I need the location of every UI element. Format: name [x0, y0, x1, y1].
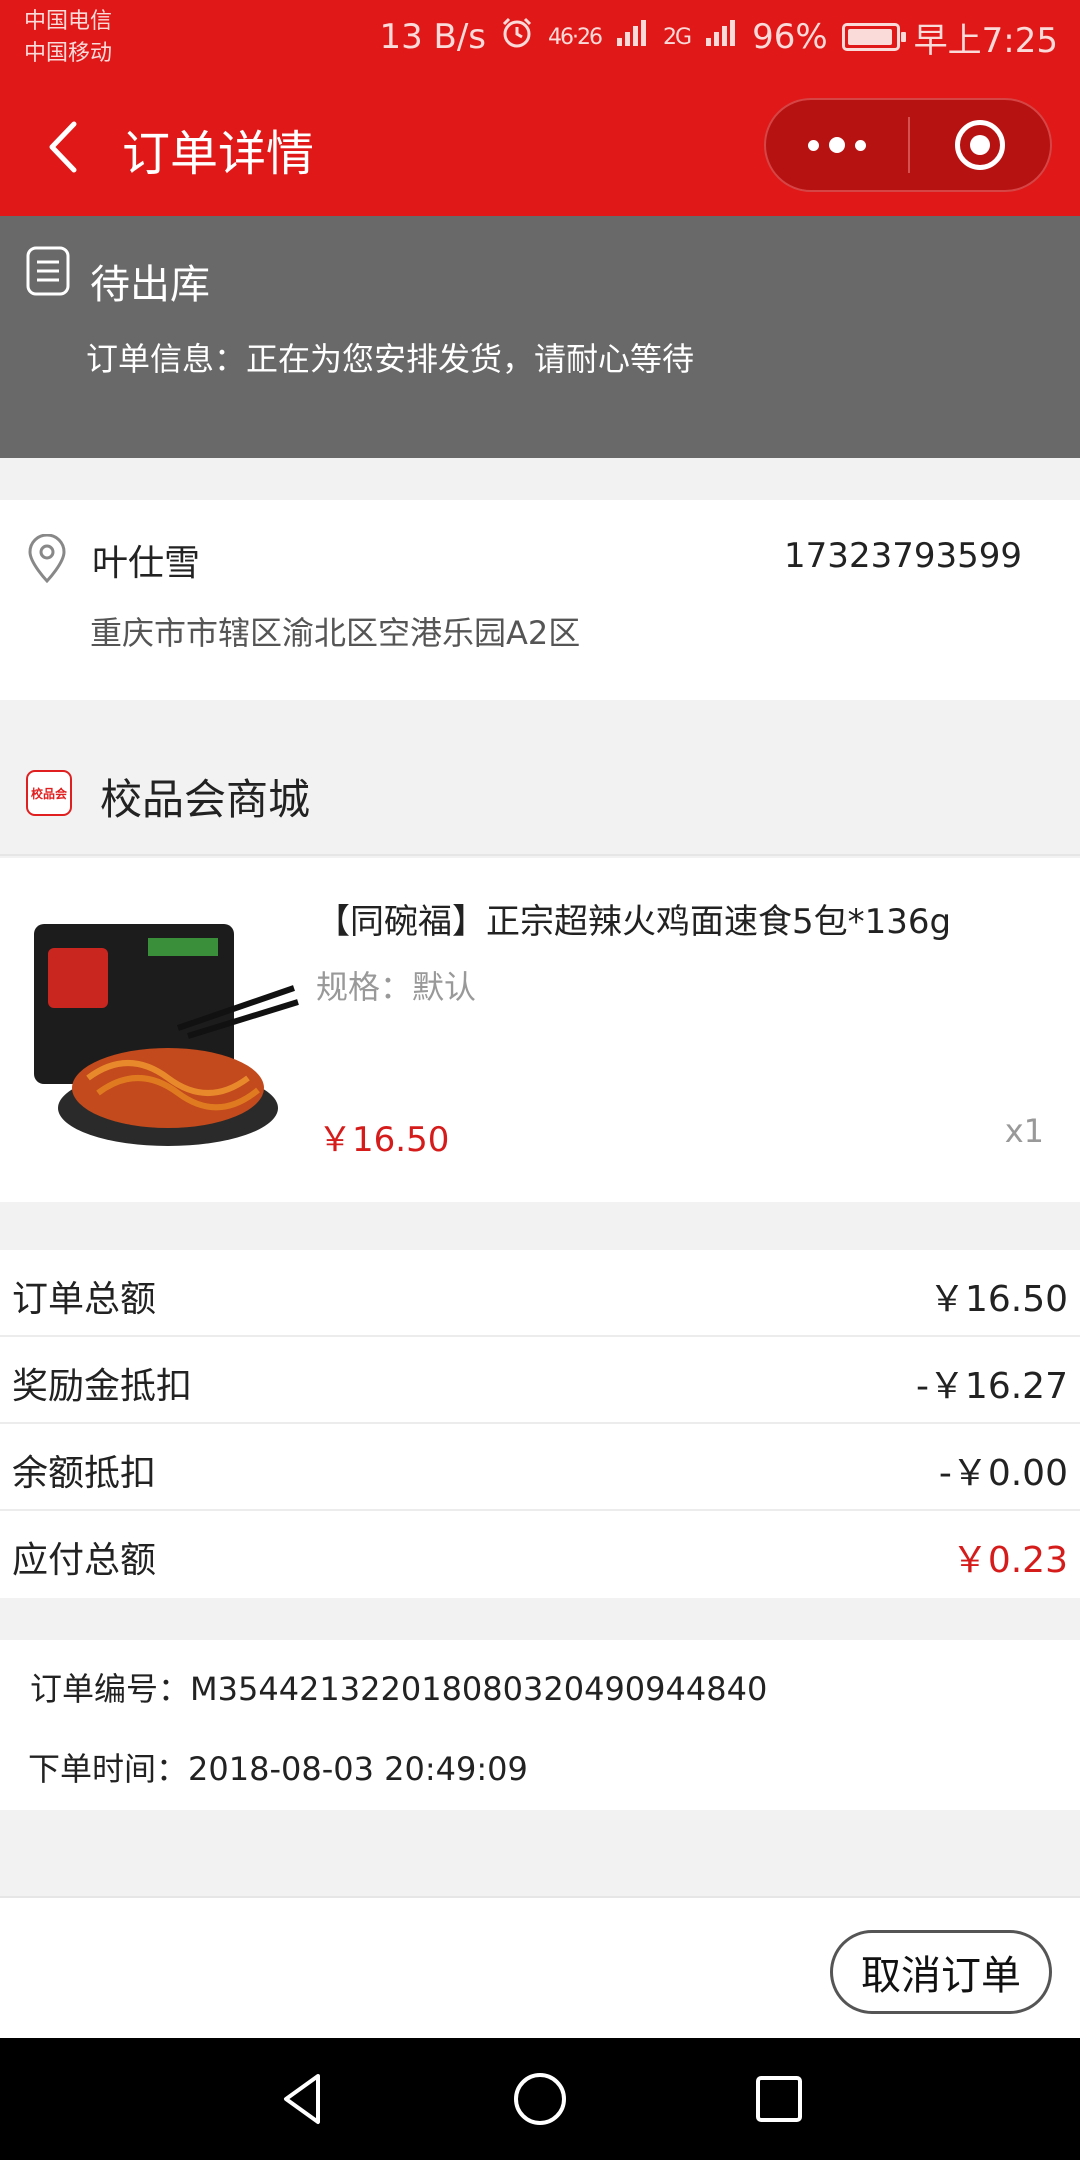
product-item[interactable]: 【同碗福】正宗超辣火鸡面速食5包*136g 规格：默认 ￥16.50 x1: [0, 858, 1080, 1202]
summary-value: ￥16.50: [928, 1279, 1068, 1320]
carrier-2: 中国移动: [24, 41, 113, 66]
order-status-banner: 待出库 订单信息：正在为您安排发货，请耐心等待: [0, 216, 1080, 458]
signal-bars-2-icon: [704, 17, 738, 57]
order-status-info: 订单信息：正在为您安排发货，请耐心等待: [86, 340, 695, 378]
summary-row-balance: 余额抵扣 -￥0.00: [0, 1424, 1080, 1511]
shop-header: 校品会 校品会商城: [0, 740, 1080, 856]
address-detail: 重庆市市辖区渝北区空港乐园A2区: [90, 614, 581, 652]
summary-row-bonus: 奖励金抵扣 -￥16.27: [0, 1337, 1080, 1424]
net-speed: 13 B/s: [379, 17, 487, 57]
order-status: 待出库: [90, 262, 210, 308]
more-dot: [808, 139, 819, 151]
nav-bar: 订单详情: [0, 76, 1080, 216]
cancel-order-button[interactable]: 取消订单: [830, 1930, 1052, 2014]
summary-label: 应付总额: [12, 1540, 157, 1581]
target-circle-icon: [954, 120, 1005, 170]
shipping-address: 叶仕雪 17323793599 重庆市市辖区渝北区空港乐园A2区: [0, 500, 1080, 700]
product-name: 【同碗福】正宗超辣火鸡面速食5包*136g: [316, 902, 952, 942]
signal-bars-icon: [615, 17, 649, 57]
status-indicators: 13 B/s 46·26 2G 96% 早上7:25: [379, 12, 1058, 62]
home-circle-icon[interactable]: [509, 2068, 571, 2130]
product-spec: 规格：默认: [316, 968, 477, 1006]
shop-logo: 校品会: [26, 770, 72, 816]
close-miniprogram-button[interactable]: [910, 100, 1050, 190]
carrier-labels: 中国电信 中国移动: [24, 6, 112, 70]
carrier-1: 中国电信: [24, 9, 113, 34]
page-title: 订单详情: [122, 126, 315, 182]
signal-2-label: 2G: [663, 24, 692, 50]
battery-icon: [841, 23, 906, 51]
back-button[interactable]: [36, 112, 96, 182]
summary-label: 余额抵扣: [12, 1453, 157, 1494]
alarm-icon: [500, 16, 534, 59]
recipient-phone: 17323793599: [784, 536, 1022, 576]
back-triangle-icon[interactable]: [272, 2068, 334, 2130]
summary-label: 订单总额: [12, 1279, 157, 1320]
battery-fill: [847, 29, 892, 45]
bottom-action-bar: 取消订单: [0, 1896, 1080, 2038]
summary-row-payable: 应付总额 ￥0.23: [0, 1511, 1080, 1598]
order-info: 订单编号：M35442132201808032049094484​0 下单时间：…: [0, 1640, 1080, 1810]
more-dot: [855, 139, 866, 151]
chevron-left-icon: [49, 121, 77, 173]
payment-summary: 订单总额 ￥16.50 奖励金抵扣 -￥16.27 余额抵扣 -￥0.00 应付…: [0, 1250, 1080, 1598]
more-dot: [829, 137, 845, 153]
system-navigation-bar: [0, 2038, 1080, 2160]
summary-row-total: 订单总额 ￥16.50: [0, 1250, 1080, 1337]
clock: 早上7:25: [913, 20, 1058, 61]
status-bar: 中国电信 中国移动 13 B/s 46·26 2G 96% 早上7:25: [0, 0, 1080, 76]
shop-name: 校品会商城: [100, 775, 311, 824]
recent-apps-square-icon[interactable]: [748, 2068, 810, 2130]
battery-percent: 96%: [752, 17, 828, 57]
summary-label: 奖励金抵扣: [12, 1366, 193, 1407]
summary-value: -￥0.00: [938, 1453, 1068, 1494]
order-number: 订单编号：M35442132201808032049094484​0: [30, 1670, 768, 1708]
location-pin-icon: [28, 534, 66, 584]
order-time: 下单时间：2018-08-03 20:49:09: [28, 1750, 528, 1788]
miniprogram-capsule: [764, 98, 1052, 192]
more-button[interactable]: [766, 100, 908, 190]
product-image: [28, 918, 304, 1154]
recipient-name: 叶仕雪: [92, 543, 201, 584]
summary-value: -￥16.27: [915, 1366, 1068, 1407]
product-quantity: x1: [1004, 1112, 1044, 1150]
signal-1-label: 46·26: [548, 24, 603, 50]
payable-amount: ￥0.23: [951, 1540, 1068, 1581]
product-price: ￥16.50: [318, 1120, 450, 1160]
document-list-icon: [26, 246, 70, 296]
